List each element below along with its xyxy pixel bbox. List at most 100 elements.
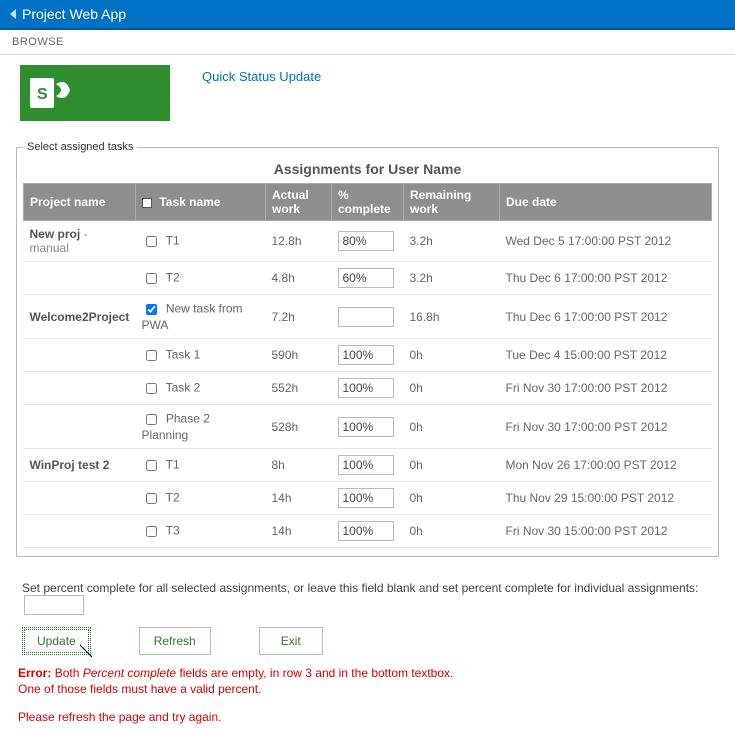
- exit-button[interactable]: Exit: [259, 627, 323, 655]
- pct-input[interactable]: [338, 417, 394, 437]
- cell-project: New proj - manual: [24, 221, 136, 262]
- table-row: Task 1 590h 0h Tue Dec 4 15:00:00 PST 20…: [24, 339, 712, 372]
- update-button[interactable]: Update: [22, 627, 91, 655]
- col-pct: % complete: [332, 184, 404, 221]
- bulk-percent-row: Set percent complete for all selected as…: [0, 567, 735, 621]
- task-label: New task from PWA: [142, 302, 243, 332]
- cell-due: Wed Dec 5 17:00:00 PST 2012: [500, 221, 712, 262]
- refresh-button[interactable]: Refresh: [139, 627, 211, 655]
- col-task: Task name: [136, 184, 266, 221]
- table-row: Task 2 552h 0h Fri Nov 30 17:00:00 PST 2…: [24, 372, 712, 405]
- assigned-tasks-fieldset: Select assigned tasks Assignments for Us…: [16, 141, 719, 557]
- cell-remaining: 0h: [404, 482, 500, 515]
- table-row: Phase 2 Planning 528h 0h Fri Nov 30 17:0…: [24, 405, 712, 449]
- cell-due: Fri Nov 30 17:00:00 PST 2012: [500, 372, 712, 405]
- table-header-row: Project name Task name Actual work % com…: [24, 184, 712, 221]
- row-checkbox[interactable]: [146, 526, 157, 537]
- cell-remaining: 3.2h: [404, 262, 500, 295]
- cell-project: [24, 372, 136, 405]
- ribbon-bar: BROWSE: [0, 30, 735, 55]
- task-label: T1: [166, 233, 180, 247]
- col-project: Project name: [24, 184, 136, 221]
- cell-pct: [332, 372, 404, 405]
- task-label: T2: [166, 490, 180, 504]
- select-all-checkbox[interactable]: [142, 198, 152, 208]
- cell-due: Thu Dec 6 17:00:00 PST 2012: [500, 295, 712, 339]
- title-bar: Project Web App: [0, 0, 735, 30]
- cell-remaining: 0h: [404, 449, 500, 482]
- cell-task: New task from PWA: [136, 295, 266, 339]
- row-checkbox[interactable]: [146, 236, 157, 247]
- cell-remaining: 0h: [404, 515, 500, 548]
- pct-input[interactable]: [338, 307, 394, 327]
- cell-remaining: 0h: [404, 405, 500, 449]
- ribbon-tab-browse[interactable]: BROWSE: [12, 36, 64, 48]
- pct-input[interactable]: [338, 488, 394, 508]
- app-title: Project Web App: [22, 6, 126, 22]
- cell-actual: 8h: [266, 449, 332, 482]
- table-row: T2 14h 0h Thu Nov 29 15:00:00 PST 2012: [24, 482, 712, 515]
- error-refresh-hint: Please refresh the page and try again.: [0, 701, 735, 729]
- button-row: Update Refresh Exit: [0, 621, 735, 665]
- row-checkbox[interactable]: [146, 273, 157, 284]
- error-message: Error: Both Percent complete fields are …: [0, 665, 735, 701]
- pct-input[interactable]: [338, 378, 394, 398]
- cell-pct: [332, 482, 404, 515]
- cell-task: T2: [136, 482, 266, 515]
- row-checkbox[interactable]: [146, 493, 157, 504]
- sharepoint-icon: S: [30, 74, 74, 112]
- row-checkbox[interactable]: [146, 304, 157, 315]
- cell-due: Tue Dec 4 15:00:00 PST 2012: [500, 339, 712, 372]
- cell-task: Task 2: [136, 372, 266, 405]
- cell-remaining: 3.2h: [404, 221, 500, 262]
- row-checkbox[interactable]: [146, 383, 157, 394]
- pct-input[interactable]: [338, 268, 394, 288]
- header-row: S Quick Status Update: [0, 55, 735, 135]
- error-prefix: Error:: [18, 666, 51, 680]
- row-checkbox[interactable]: [146, 460, 157, 471]
- assignments-table: Project name Task name Actual work % com…: [23, 183, 712, 548]
- cell-due: Fri Nov 30 15:00:00 PST 2012: [500, 515, 712, 548]
- sharepoint-logo-tile: S: [20, 65, 170, 121]
- col-due: Due date: [500, 184, 712, 221]
- quick-status-link[interactable]: Quick Status Update: [202, 69, 321, 84]
- back-icon[interactable]: [10, 9, 16, 19]
- table-row: Welcome2Project New task from PWA 7.2h 1…: [24, 295, 712, 339]
- cell-actual: 12.8h: [266, 221, 332, 262]
- cell-actual: 14h: [266, 515, 332, 548]
- cell-actual: 590h: [266, 339, 332, 372]
- cell-task: Task 1: [136, 339, 266, 372]
- row-checkbox[interactable]: [146, 414, 157, 425]
- cell-actual: 4.8h: [266, 262, 332, 295]
- cell-project: [24, 405, 136, 449]
- pct-input[interactable]: [338, 231, 394, 251]
- cell-task: T2: [136, 262, 266, 295]
- cell-actual: 7.2h: [266, 295, 332, 339]
- cell-pct: [332, 221, 404, 262]
- cell-project: [24, 482, 136, 515]
- cell-project: [24, 262, 136, 295]
- cell-due: Mon Nov 26 17:00:00 PST 2012: [500, 449, 712, 482]
- cell-remaining: 0h: [404, 339, 500, 372]
- table-row: New proj - manual T1 12.8h 3.2h Wed Dec …: [24, 221, 712, 262]
- cell-due: Thu Nov 29 15:00:00 PST 2012: [500, 482, 712, 515]
- cell-pct: [332, 262, 404, 295]
- bulk-text: Set percent complete for all selected as…: [22, 581, 698, 595]
- cell-due: Thu Dec 6 17:00:00 PST 2012: [500, 262, 712, 295]
- cell-remaining: 0h: [404, 372, 500, 405]
- task-label: Task 1: [166, 347, 201, 361]
- row-checkbox[interactable]: [146, 350, 157, 361]
- cell-project: [24, 339, 136, 372]
- cell-pct: [332, 405, 404, 449]
- cell-pct: [332, 515, 404, 548]
- col-task-label: Task name: [159, 195, 220, 209]
- bulk-percent-input[interactable]: [24, 595, 84, 615]
- pct-input[interactable]: [338, 345, 394, 365]
- table-row: T2 4.8h 3.2h Thu Dec 6 17:00:00 PST 2012: [24, 262, 712, 295]
- col-remaining: Remaining work: [404, 184, 500, 221]
- pct-input[interactable]: [338, 455, 394, 475]
- table-caption: Assignments for User Name: [23, 157, 712, 183]
- table-row: WinProj test 2 T1 8h 0h Mon Nov 26 17:00…: [24, 449, 712, 482]
- cell-due: Fri Nov 30 17:00:00 PST 2012: [500, 405, 712, 449]
- pct-input[interactable]: [338, 521, 394, 541]
